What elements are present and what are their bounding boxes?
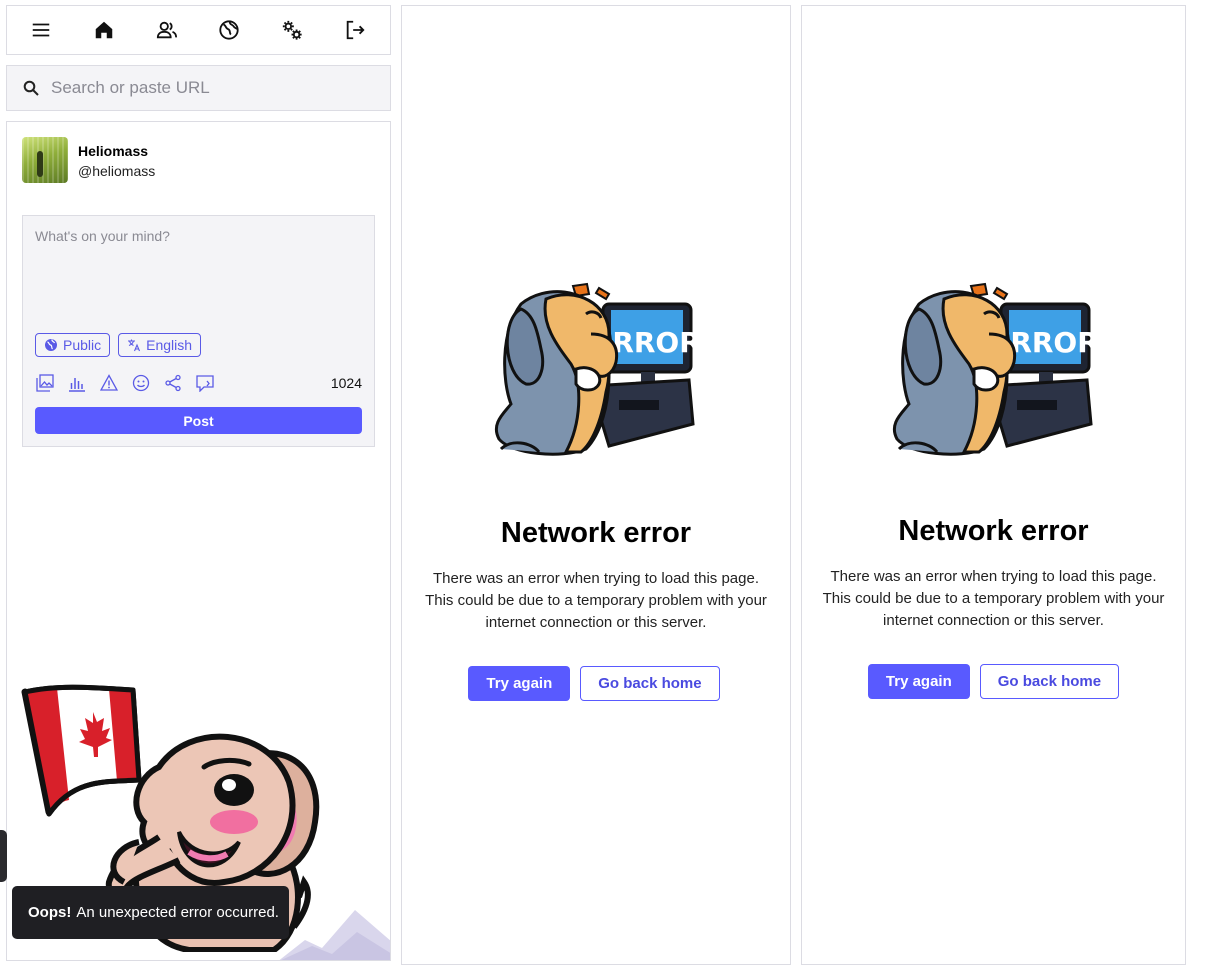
language-dropdown[interactable]: English: [118, 333, 202, 357]
toast-strong-text: Oops!: [28, 904, 72, 921]
visibility-dropdown[interactable]: Public: [35, 333, 111, 357]
search-input[interactable]: [49, 77, 369, 99]
people-icon: [156, 21, 177, 39]
side-drawer-handle[interactable]: [0, 830, 7, 882]
emoji-button[interactable]: [131, 373, 151, 393]
content-warning-icon: [100, 374, 118, 391]
poll-icon: [69, 378, 85, 392]
avatar: [22, 137, 68, 183]
error-toast: Oops! An unexpected error occurred.: [12, 886, 289, 939]
preferences-button[interactable]: [280, 18, 304, 42]
column-2: ERROR Network error There was an error w…: [801, 5, 1186, 965]
toast-message: An unexpected error occurred.: [76, 904, 279, 921]
current-account[interactable]: Heliomass @heliomass: [22, 137, 155, 183]
error-description: There was an error when trying to load t…: [819, 566, 1169, 632]
emoji-icon: [132, 374, 150, 392]
image-icon: [36, 374, 54, 392]
account-handle: @heliomass: [78, 163, 156, 179]
search-box: [6, 65, 391, 111]
compose-panel: Heliomass @heliomass Public English: [6, 121, 391, 961]
error-description: There was an error when trying to load t…: [421, 568, 771, 634]
home-button[interactable]: [92, 18, 116, 42]
home-icon: [95, 21, 113, 39]
quote-button[interactable]: [195, 373, 215, 393]
go-back-home-button[interactable]: Go back home: [979, 664, 1120, 699]
search-icon: [23, 80, 39, 96]
decorative-hills: [279, 910, 390, 960]
content-warning-button[interactable]: [99, 373, 119, 393]
compose-form: Public English: [22, 215, 375, 447]
elephant-error-illustration: ERROR: [892, 282, 1098, 456]
try-again-button[interactable]: Try again: [867, 664, 970, 699]
logout-button[interactable]: [343, 18, 367, 42]
language-label: English: [146, 337, 193, 353]
error-description-line: There was an error when trying to load t…: [830, 568, 1157, 585]
error-description-line: This could be due to a temporary problem…: [425, 592, 767, 609]
try-again-button[interactable]: Try again: [468, 666, 571, 701]
share-icon: [165, 374, 181, 392]
menu-button[interactable]: [29, 18, 53, 42]
visibility-label: Public: [63, 337, 102, 353]
add-poll-button[interactable]: [67, 373, 87, 393]
globe-icon: [45, 339, 57, 351]
error-description-line: internet connection or this server.: [485, 614, 707, 631]
logout-icon: [346, 20, 365, 40]
menu-icon: [32, 23, 50, 37]
go-back-home-button[interactable]: Go back home: [580, 666, 720, 701]
navigation-bar: [6, 5, 391, 55]
add-media-button[interactable]: [35, 373, 55, 393]
network-error: ERROR Network error There was an error w…: [402, 274, 790, 701]
column-1: ERROR Network error There was an error w…: [401, 5, 791, 965]
error-description-line: This could be due to a temporary problem…: [822, 590, 1165, 607]
status-textarea[interactable]: [23, 216, 374, 321]
character-counter: 1024: [330, 375, 362, 391]
globe-icon: [219, 20, 240, 40]
gears-icon: [283, 20, 302, 40]
error-title: Network error: [898, 515, 1089, 547]
quote-icon: [196, 375, 214, 392]
error-description-line: There was an error when trying to load t…: [432, 570, 759, 587]
account-display-name: Heliomass: [78, 143, 149, 159]
elephant-error-illustration: ERROR: [494, 282, 701, 456]
post-button[interactable]: Post: [35, 407, 362, 434]
share-button[interactable]: [163, 373, 183, 393]
translate-icon: [128, 339, 141, 352]
federated-button[interactable]: [217, 18, 241, 42]
error-title: Network error: [500, 517, 692, 549]
people-button[interactable]: [155, 18, 179, 42]
network-error: ERROR Network error There was an error w…: [802, 274, 1185, 699]
error-description-line: internet connection or this server.: [883, 612, 1104, 629]
